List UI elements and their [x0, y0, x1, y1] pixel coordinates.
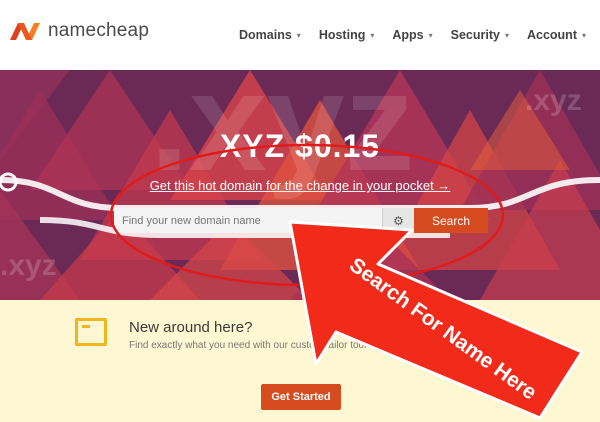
nav-account[interactable]: Account ▾ [527, 28, 586, 42]
get-started-button[interactable]: Get Started [261, 384, 341, 410]
hero-subtitle-link[interactable]: Get this hot domain for the change in yo… [0, 178, 600, 193]
hero-title: XYZ $0.15 [219, 128, 381, 164]
logo[interactable]: namecheap [8, 20, 149, 42]
promo-title: New around here? [129, 319, 253, 336]
nav-label: Account [526, 28, 577, 42]
nav-domains[interactable]: Domains ▾ [239, 28, 301, 42]
site-header: namecheap Domains ▾ Hosting ▾ Apps ▾ Securi… [0, 0, 600, 70]
caret-down-icon: ▾ [504, 30, 509, 40]
svg-text:.xyz: .xyz [525, 84, 582, 117]
nav-label: Hosting [318, 28, 366, 42]
nav-hosting[interactable]: Hosting ▾ [319, 28, 375, 42]
settings-gear-icon[interactable]: ⚙ [382, 208, 414, 233]
main-nav: Domains ▾ Hosting ▾ Apps ▾ Security ▾ Accoun… [239, 28, 586, 42]
search-button[interactable]: Search [414, 208, 488, 233]
nav-label: Security [450, 28, 500, 42]
caret-down-icon: ▾ [581, 30, 586, 40]
nav-label: Domains [239, 28, 292, 42]
promo-text: Find exactly what you need with our cust… [129, 340, 367, 351]
logo-text: namecheap [48, 20, 150, 41]
nav-security[interactable]: Security ▾ [451, 28, 509, 42]
namecheap-logo-icon [10, 23, 40, 40]
nav-label: Apps [392, 28, 424, 42]
domain-search-bar: ⚙ Search [114, 208, 488, 233]
promo-section: New around here? Find exactly what you n… [0, 300, 600, 422]
magic-wand-icon [75, 318, 107, 346]
nav-apps[interactable]: Apps ▾ [392, 28, 432, 42]
domain-search-input[interactable] [114, 208, 382, 233]
caret-down-icon: ▾ [428, 30, 433, 40]
svg-text:.xyz: .xyz [0, 249, 57, 282]
caret-down-icon: ▾ [370, 30, 375, 40]
caret-down-icon: ▾ [296, 30, 301, 40]
hero-banner: .xyz .xyz .xyz XYZ $0.15 Get this hot do… [0, 70, 600, 300]
